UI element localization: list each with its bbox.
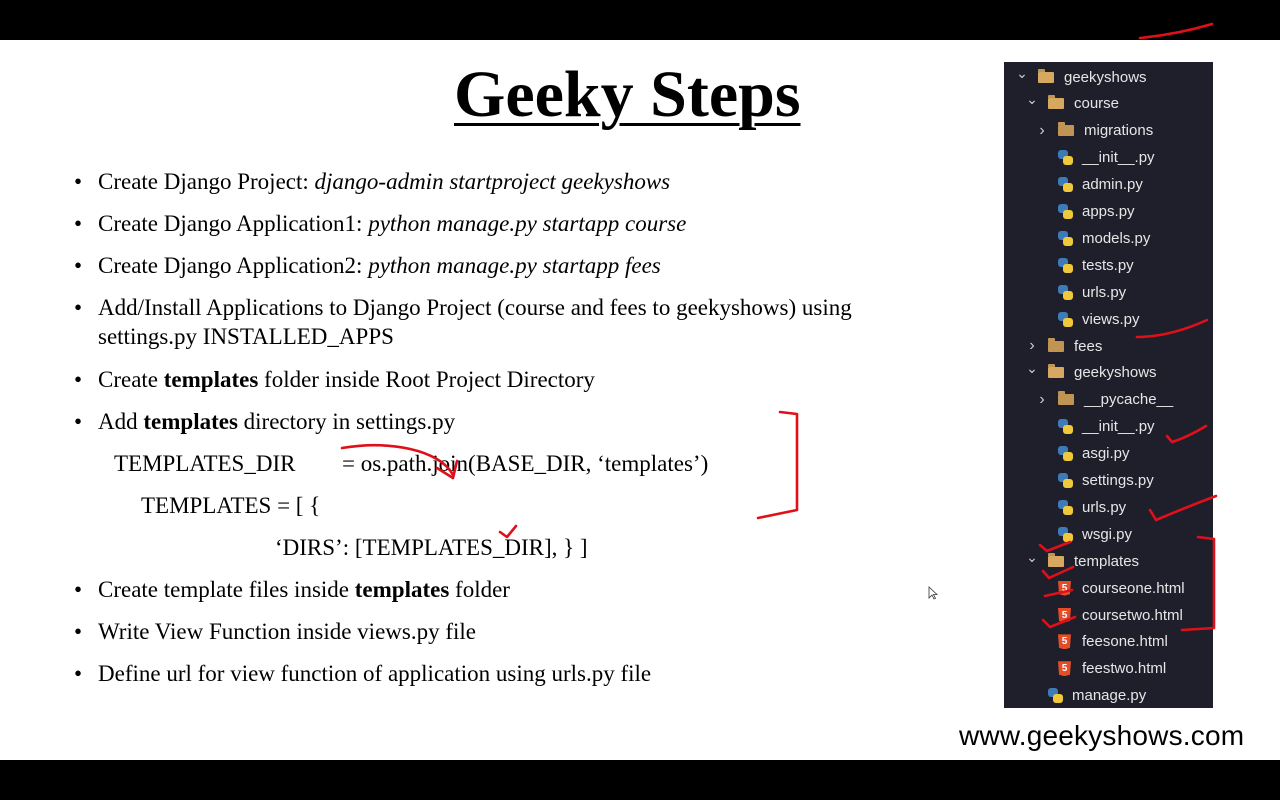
html-file-icon: 5 [1058,661,1071,677]
tree-item-label: courseone.html [1082,579,1185,597]
chevron-right-icon[interactable]: › [1026,337,1038,355]
mouse-cursor-icon [928,586,938,600]
tree-item-coursetwo-html[interactable]: 5 coursetwo.html [1004,602,1213,628]
slide-title: Geeky Steps [454,58,801,131]
tree-item-apps-py[interactable]: apps.py [1004,199,1213,225]
tree-item-settings-py[interactable]: settings.py [1004,468,1213,494]
tree-item-admin-py[interactable]: admin.py [1004,172,1213,198]
chevron-right-icon[interactable]: › [1036,391,1048,409]
tree-item-label: manage.py [1072,687,1147,705]
slide: Geeky Steps • Create Django Project: djan… [0,40,1280,760]
tree-item-tests-py[interactable]: tests.py [1004,252,1213,278]
html-file-icon: 5 [1058,580,1071,596]
folder-icon [1048,337,1064,352]
step-template-files: • Create template files inside templates … [74,577,510,602]
python-file-icon [1058,419,1073,435]
tree-item-label: __init__.py [1082,418,1155,436]
tree-item-init-py[interactable]: __init__.py [1004,145,1213,171]
tree-item-views-py[interactable]: views.py [1004,306,1213,332]
folder-icon [1058,122,1074,137]
tree-item-label: urls.py [1082,283,1127,301]
step-templates-folder: • Create templates folder inside Root Pro… [74,367,595,392]
code-templates-open: TEMPLATES = [ { [141,493,321,518]
tree-item-label: templates [1074,552,1140,570]
tree-item-feestwo-html[interactable]: 5 feestwo.html [1004,656,1213,682]
tree-item-label: course [1074,95,1120,113]
tree-item-label: apps.py [1082,203,1135,220]
tree-item-manage-py[interactable]: manage.py [1004,683,1213,708]
html-file-icon: 5 [1058,607,1071,623]
tree-item-label: admin.py [1082,176,1143,194]
step-install-apps-line2: settings.py INSTALLED_APPS [98,324,394,349]
tree-item-course[interactable]: ⌄ course [1004,91,1213,117]
tree-item-templates[interactable]: ⌄ templates [1004,548,1213,574]
tree-item-label: views.py [1082,310,1140,328]
tree-item-urls-py[interactable]: urls.py [1004,494,1213,520]
step-templates-dir: • Add templates directory in settings.py [74,409,456,434]
tree-item-label: __pycache__ [1084,391,1174,409]
tree-item-label: feesone.html [1082,633,1168,651]
tree-item-label: asgi.py [1082,445,1130,463]
chevron-down-icon[interactable]: ⌄ [1026,549,1038,566]
step-create-app2: • Create Django Application2: python mana… [74,253,661,278]
chevron-down-icon[interactable]: ⌄ [1026,360,1038,377]
python-file-icon [1058,150,1073,166]
python-file-icon [1058,230,1073,246]
python-file-icon [1058,204,1073,219]
tree-item-label: feestwo.html [1082,660,1167,678]
python-file-icon [1058,446,1073,462]
file-explorer: ⌄ geekyshows ⌄ course › migrations __init__.py… [1004,62,1213,708]
folder-icon [1048,95,1064,110]
tree-item-geekyshows[interactable]: ⌄ geekyshows [1004,360,1213,386]
tree-item-label: models.py [1082,229,1151,247]
check-geekyshows-root [1138,22,1214,40]
python-file-icon [1058,526,1073,542]
code-templates-dir-value: = os.path.join(BASE_DIR, ‘templates’) [342,451,709,476]
python-file-icon [1058,284,1073,300]
chevron-down-icon[interactable]: ⌄ [1016,65,1028,82]
tree-item-wsgi-py[interactable]: wsgi.py [1004,521,1213,547]
tree-item-urls-py[interactable]: urls.py [1004,279,1213,305]
step-create-project: • Create Django Project: django-admin sta… [74,169,671,194]
python-file-icon [1048,688,1063,704]
python-file-icon [1058,473,1073,488]
tree-item-pycache[interactable]: › __pycache__ [1004,387,1213,413]
tree-item-label: migrations [1084,122,1154,140]
python-file-icon [1058,257,1073,273]
step-define-url: • Define url for view function of applica… [74,661,652,686]
tree-item-models-py[interactable]: models.py [1004,225,1213,251]
html-file-icon: 5 [1058,634,1071,650]
chevron-down-icon[interactable]: ⌄ [1026,91,1038,108]
folder-icon [1038,68,1054,83]
tree-item-courseone-html[interactable]: 5 courseone.html [1004,575,1213,601]
tree-item-label: fees [1074,337,1103,355]
folder-icon [1058,391,1074,406]
tree-item-init-py[interactable]: __init__.py [1004,414,1213,440]
tree-item-label: coursetwo.html [1082,606,1183,624]
step-install-apps: • Add/Install Applications to Django Proj… [74,295,852,320]
tree-item-feesone-html[interactable]: 5 feesone.html [1004,629,1213,655]
code-dirs: ‘DIRS’: [TEMPLATES_DIR], } ] [275,535,588,560]
tree-item-label: __init__.py [1082,149,1155,167]
step-view-function: • Write View Function inside views.py fil… [74,619,476,644]
tree-item-label: urls.py [1082,498,1127,516]
watermark: www.geekyshows.com [959,720,1245,751]
tree-item-label: geekyshows [1074,364,1157,382]
folder-icon [1048,552,1064,567]
python-file-icon [1058,177,1073,193]
tree-item-fees[interactable]: › fees [1004,333,1213,359]
tree-item-label: tests.py [1082,256,1134,274]
tree-item-migrations[interactable]: › migrations [1004,118,1213,144]
tree-item-geekyshows[interactable]: ⌄ geekyshows [1004,64,1213,90]
tree-item-label: wsgi.py [1082,525,1133,543]
python-file-icon [1058,311,1073,327]
python-file-icon [1058,499,1073,515]
step-create-app1: • Create Django Application1: python mana… [74,211,687,236]
folder-icon [1048,364,1064,379]
tree-item-label: geekyshows [1064,68,1147,86]
tree-item-label: settings.py [1082,472,1154,489]
chevron-right-icon[interactable]: › [1036,122,1048,140]
code-templates-dir-name: TEMPLATES_DIR [114,451,296,476]
tree-item-asgi-py[interactable]: asgi.py [1004,441,1213,467]
